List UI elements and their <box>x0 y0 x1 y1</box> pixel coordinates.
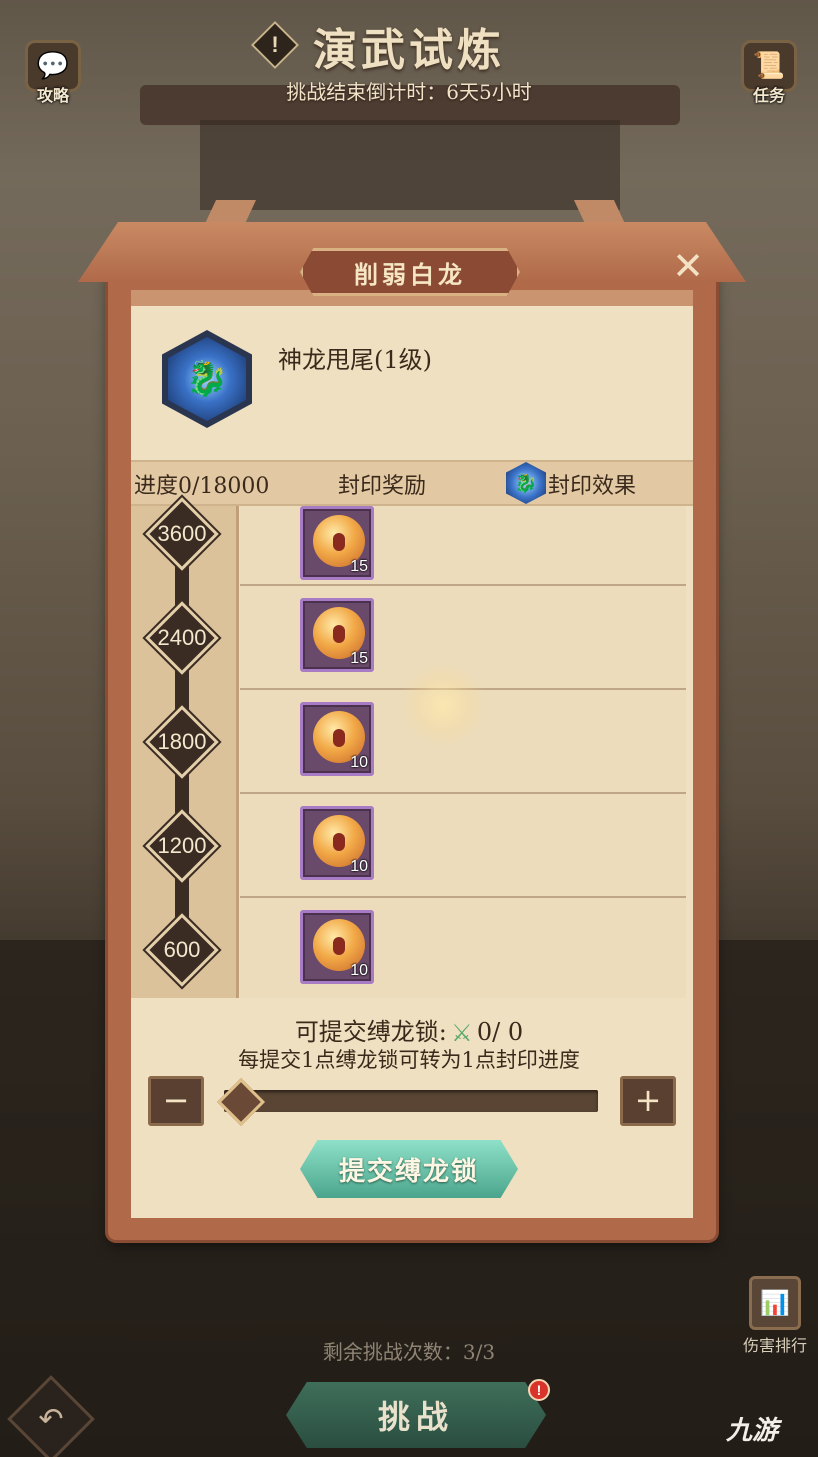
strategy-label: 攻略 <box>36 86 69 105</box>
challenge-button[interactable]: 挑战 <box>286 1382 546 1448</box>
milestone-value: 2400 <box>157 625 207 650</box>
milestone-marker: 1200 <box>145 809 219 883</box>
submittable-label: 可提交缚龙锁: <box>294 1018 447 1046</box>
milestone-value: 3600 <box>157 521 207 546</box>
skill-name: 神龙甩尾(1级) <box>278 346 432 374</box>
milestone-marker: 600 <box>145 913 219 987</box>
seal-reward-label: 封印奖励 <box>338 474 427 499</box>
reward-row: 10 <box>240 794 686 898</box>
reward-row: 15 <box>240 506 686 586</box>
reward-item[interactable]: 10 <box>300 806 374 880</box>
reward-quantity: 10 <box>350 962 368 979</box>
seal-effect-label[interactable]: 封印效果 <box>548 468 636 500</box>
challenge-alert-badge: ! <box>528 1379 550 1401</box>
remaining-attempts: 剩余挑战次数：3/3 <box>322 1340 496 1364</box>
submittable-count: 0/ 0 <box>476 1018 524 1046</box>
damage-rank-label: 伤害排行 <box>742 1336 807 1355</box>
amount-slider[interactable] <box>224 1090 598 1112</box>
reward-quantity: 10 <box>350 754 368 771</box>
modal-title: 削弱白龙 <box>354 259 466 289</box>
seal-progress: 进度0/18000 <box>134 474 270 499</box>
watermark-logo: 九游 <box>726 1416 779 1446</box>
increase-button[interactable]: + <box>620 1076 676 1126</box>
strategy-button[interactable]: 💬 攻略 <box>14 40 92 118</box>
reward-item[interactable]: 15 <box>300 506 374 580</box>
reward-item[interactable]: 10 <box>300 702 374 776</box>
rank-chart-icon: 📊 <box>749 1276 801 1330</box>
milestone-value: 1200 <box>157 833 207 858</box>
decrease-button[interactable]: − <box>148 1076 204 1126</box>
back-arrow-icon: ↶ <box>38 1401 64 1437</box>
milestone-value: 1800 <box>157 729 207 754</box>
modal-title-plate: 削弱白龙 <box>300 248 520 296</box>
conversion-note: 每提交1点缚龙锁可转为1点封印进度 <box>238 1048 580 1072</box>
reward-item[interactable]: 10 <box>300 910 374 984</box>
challenge-countdown: 挑战结束倒计时：6天5小时 <box>286 80 532 104</box>
reward-quantity: 10 <box>350 858 368 875</box>
milestone-marker: 3600 <box>145 497 219 571</box>
page-title: 演武试炼 <box>313 25 505 76</box>
reward-row: 10 <box>240 898 686 998</box>
reward-quantity: 15 <box>350 650 368 667</box>
task-label: 任务 <box>752 86 785 105</box>
submit-lock-button[interactable]: 提交缚龙锁 <box>300 1140 518 1198</box>
damage-rank-button[interactable]: 📊 伤害排行 <box>734 1276 816 1356</box>
milestone-marker: 1800 <box>145 705 219 779</box>
milestone-marker: 2400 <box>145 601 219 675</box>
sparkle-effect <box>398 660 488 750</box>
task-button[interactable]: 📜 任务 <box>730 40 808 118</box>
close-button[interactable]: ✕ <box>668 246 708 286</box>
milestone-value: 600 <box>163 937 201 962</box>
reward-quantity: 15 <box>350 558 368 575</box>
reward-item[interactable]: 15 <box>300 598 374 672</box>
